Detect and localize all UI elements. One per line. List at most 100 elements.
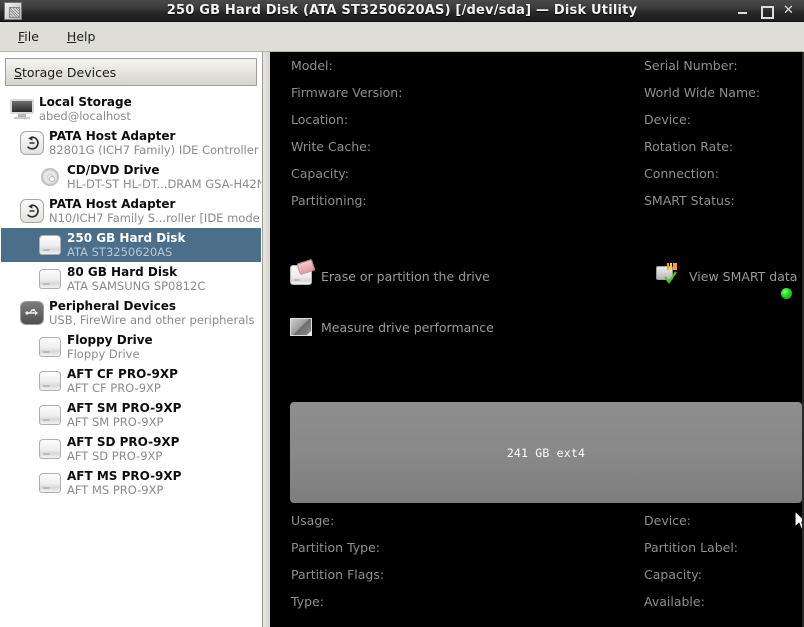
hard-disk-icon: [39, 439, 61, 459]
device-icon-cell: [33, 371, 67, 391]
property-label: Type:: [291, 594, 324, 609]
device-icon-cell: [33, 473, 67, 493]
cd-drive-icon: [41, 168, 59, 186]
drive-details-panel: Model: Firmware Version: Location: Write Ca…: [270, 52, 802, 627]
drive-properties-right-column: Serial Number: World Wide Name: Device: Rot…: [644, 52, 760, 214]
sidebar-item-aft-sd-pro-9xp[interactable]: AFT SD PRO-9XP AFT SD PRO-9XP: [1, 432, 261, 466]
adapter-icon: [20, 131, 44, 155]
device-text-cell: PATA Host Adapter 82801G (ICH7 Family) ID…: [49, 129, 259, 157]
sidebar-item-250-gb-hard-disk[interactable]: 250 GB Hard Disk ATA ST3250620AS: [1, 228, 261, 262]
property-label: Serial Number:: [644, 58, 738, 73]
device-subtitle: AFT MS PRO-9XP: [67, 483, 164, 497]
sidebar-item-pata-host-adapter[interactable]: PATA Host Adapter 82801G (ICH7 Family) ID…: [1, 126, 261, 160]
disk-utility-window: 250 GB Hard Disk (ATA ST3250620AS) [/dev…: [0, 0, 804, 627]
smart-status-indicator: [781, 288, 792, 299]
sidebar-item-80-gb-hard-disk[interactable]: 80 GB Hard Disk ATA SAMSUNG SP0812C: [1, 262, 261, 296]
window-title: 250 GB Hard Disk (ATA ST3250620AS) [/dev…: [166, 3, 638, 18]
property-label: Partition Flags:: [291, 567, 385, 582]
device-subtitle: Floppy Drive: [67, 347, 140, 361]
menu-bar: File Help: [0, 22, 804, 52]
property-label: Model:: [291, 58, 333, 73]
drive-properties-left-column: Model: Firmware Version: Location: Write Ca…: [291, 52, 402, 214]
device-icon-cell: [33, 168, 67, 186]
device-title: PATA Host Adapter: [49, 129, 176, 143]
sidebar-item-peripheral-devices[interactable]: Peripheral Devices USB, FireWire and othe…: [1, 296, 261, 330]
panel-divider[interactable]: [263, 52, 270, 627]
property-label: Partition Label:: [644, 540, 739, 555]
device-subtitle: HL-DT-ST HL-DT...DRAM GSA-H42N: [67, 177, 261, 191]
device-list[interactable]: Local Storage abed@localhost PATA Host Ada…: [1, 92, 261, 619]
device-subtitle: USB, FireWire and other peripherals: [49, 313, 255, 327]
property-label: Device:: [644, 513, 691, 528]
device-subtitle: AFT SD PRO-9XP: [67, 449, 163, 463]
device-text-cell: Peripheral Devices USB, FireWire and othe…: [49, 299, 254, 327]
device-icon-cell: [15, 199, 49, 223]
property-label: Write Cache:: [291, 139, 372, 154]
device-subtitle: ATA ST3250620AS: [67, 245, 173, 259]
device-title: PATA Host Adapter: [49, 197, 176, 211]
property-label: Usage:: [291, 513, 335, 528]
close-button[interactable]: ✕: [782, 4, 795, 17]
menu-help-rest: elp: [76, 29, 96, 44]
device-icon-cell: [15, 131, 49, 155]
device-title: AFT SD PRO-9XP: [67, 435, 180, 449]
sidebar-header[interactable]: Storage Devices: [5, 58, 257, 86]
menu-item-help[interactable]: Help: [57, 26, 106, 47]
property-label: Location:: [291, 112, 349, 127]
partition-segment[interactable]: 241 GB ext4: [290, 402, 802, 503]
device-subtitle: 82801G (ICH7 Family) IDE Controller: [49, 143, 259, 157]
device-title: CD/DVD Drive: [67, 163, 160, 177]
device-icon-cell: [5, 99, 39, 119]
mouse-cursor: [794, 510, 802, 531]
sidebar-item-local-storage[interactable]: Local Storage abed@localhost: [1, 92, 261, 126]
sidebar-item-aft-cf-pro-9xp[interactable]: AFT CF PRO-9XP AFT CF PRO-9XP: [1, 364, 261, 398]
device-text-cell: 80 GB Hard Disk ATA SAMSUNG SP0812C: [67, 265, 205, 293]
menu-help-mnemonic: H: [66, 29, 77, 44]
window-controls: ✕: [736, 4, 804, 19]
device-icon-cell: [33, 439, 67, 459]
device-text-cell: AFT CF PRO-9XP AFT CF PRO-9XP: [67, 367, 178, 395]
device-icon-cell: [33, 269, 67, 289]
device-icon-cell: [33, 337, 67, 357]
property-label: Capacity:: [291, 166, 349, 181]
sidebar-item-pata-host-adapter[interactable]: PATA Host Adapter N10/ICH7 Family S...rol…: [1, 194, 261, 228]
hard-disk-icon: [39, 405, 61, 425]
erase-or-partition-label: Erase or partition the drive: [321, 269, 490, 284]
property-label: Partition Type:: [291, 540, 380, 555]
device-title: 80 GB Hard Disk: [67, 265, 178, 279]
smart-data-icon: [656, 263, 680, 285]
device-subtitle: AFT CF PRO-9XP: [67, 381, 161, 395]
title-bar[interactable]: 250 GB Hard Disk (ATA ST3250620AS) [/dev…: [0, 0, 804, 22]
partition-properties-left-column: Usage: Partition Type: Partition Flags: Typ…: [291, 507, 384, 615]
device-text-cell: 250 GB Hard Disk ATA ST3250620AS: [67, 231, 185, 259]
usb-icon: [20, 301, 44, 325]
device-title: AFT CF PRO-9XP: [67, 367, 178, 381]
property-label: SMART Status:: [644, 193, 735, 208]
hard-disk-icon: [39, 269, 61, 289]
device-subtitle: AFT SM PRO-9XP: [67, 415, 164, 429]
minimize-button[interactable]: [736, 4, 749, 17]
view-smart-data-action[interactable]: View SMART data ar: [656, 263, 802, 285]
sidebar-item-aft-ms-pro-9xp[interactable]: AFT MS PRO-9XP AFT MS PRO-9XP: [1, 466, 261, 500]
property-label: Capacity:: [644, 567, 702, 582]
measure-performance-label: Measure drive performance: [321, 320, 494, 335]
storage-devices-sidebar: Storage Devices Local Storage abed@localh…: [0, 52, 263, 627]
maximize-button[interactable]: [759, 4, 774, 19]
hard-disk-icon: [39, 473, 61, 493]
adapter-icon: [20, 199, 44, 223]
device-icon-cell: [33, 405, 67, 425]
property-label: World Wide Name:: [644, 85, 761, 100]
sidebar-item-cd-dvd-drive[interactable]: CD/DVD Drive HL-DT-ST HL-DT...DRAM GSA-H4…: [1, 160, 261, 194]
device-text-cell: AFT SD PRO-9XP AFT SD PRO-9XP: [67, 435, 179, 463]
sidebar-header-mnemonic: S: [14, 64, 22, 80]
erase-or-partition-action[interactable]: Erase or partition the drive: [290, 265, 490, 285]
device-subtitle: N10/ICH7 Family S...roller [IDE mode]: [49, 211, 261, 225]
measure-performance-action[interactable]: Measure drive performance: [290, 318, 494, 336]
sidebar-item-floppy-drive[interactable]: Floppy Drive Floppy Drive: [1, 330, 261, 364]
device-title: Peripheral Devices: [49, 299, 176, 313]
sidebar-item-aft-sm-pro-9xp[interactable]: AFT SM PRO-9XP AFT SM PRO-9XP: [1, 398, 261, 432]
hard-disk-icon: [39, 235, 61, 255]
menu-item-file[interactable]: File: [8, 26, 49, 47]
property-label: Rotation Rate:: [644, 139, 734, 154]
device-text-cell: AFT MS PRO-9XP AFT MS PRO-9XP: [67, 469, 181, 497]
